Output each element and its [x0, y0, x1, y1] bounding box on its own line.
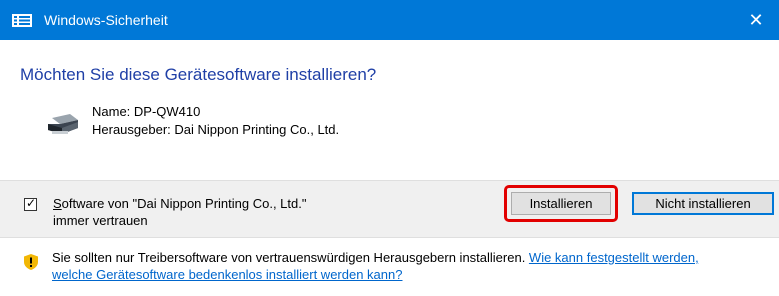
install-button[interactable]: Installieren — [511, 192, 611, 215]
dialog-heading: Möchten Sie diese Gerätesoftware install… — [20, 65, 377, 84]
windows-security-icon — [12, 14, 32, 27]
trust-label-line1: Software von "Dai Nippon Printing Co., L… — [53, 196, 307, 211]
shield-warning-icon — [24, 254, 38, 270]
trust-checkbox-label[interactable]: Software von "Dai Nippon Printing Co., L… — [53, 195, 306, 229]
close-icon: ✕ — [748, 9, 764, 30]
dont-install-button[interactable]: Nicht installieren — [632, 192, 774, 215]
device-publisher: Herausgeber: Dai Nippon Printing Co., Lt… — [92, 122, 340, 137]
help-link-line2[interactable]: welche Gerätesoftware bedenkenlos instal… — [52, 267, 402, 282]
help-link-line1[interactable]: Wie kann festgestellt werden, — [529, 250, 699, 265]
warning-text: Sie sollten nur Treibersoftware von vert… — [52, 250, 529, 265]
trust-checkbox[interactable]: ✓ — [24, 196, 37, 211]
printer-icon — [48, 114, 78, 134]
security-dialog: Windows-Sicherheit ✕ Möchten Sie diese G… — [0, 0, 779, 296]
close-button[interactable]: ✕ — [733, 0, 779, 40]
title-bar[interactable]: Windows-Sicherheit ✕ — [0, 0, 779, 40]
trust-label-line2: immer vertrauen — [53, 213, 148, 228]
window-title: Windows-Sicherheit — [44, 12, 168, 28]
device-name: Name: DP-QW410 — [92, 104, 201, 119]
warning-message: Sie sollten nur Treibersoftware von vert… — [52, 249, 772, 283]
checkmark-icon: ✓ — [26, 196, 37, 210]
